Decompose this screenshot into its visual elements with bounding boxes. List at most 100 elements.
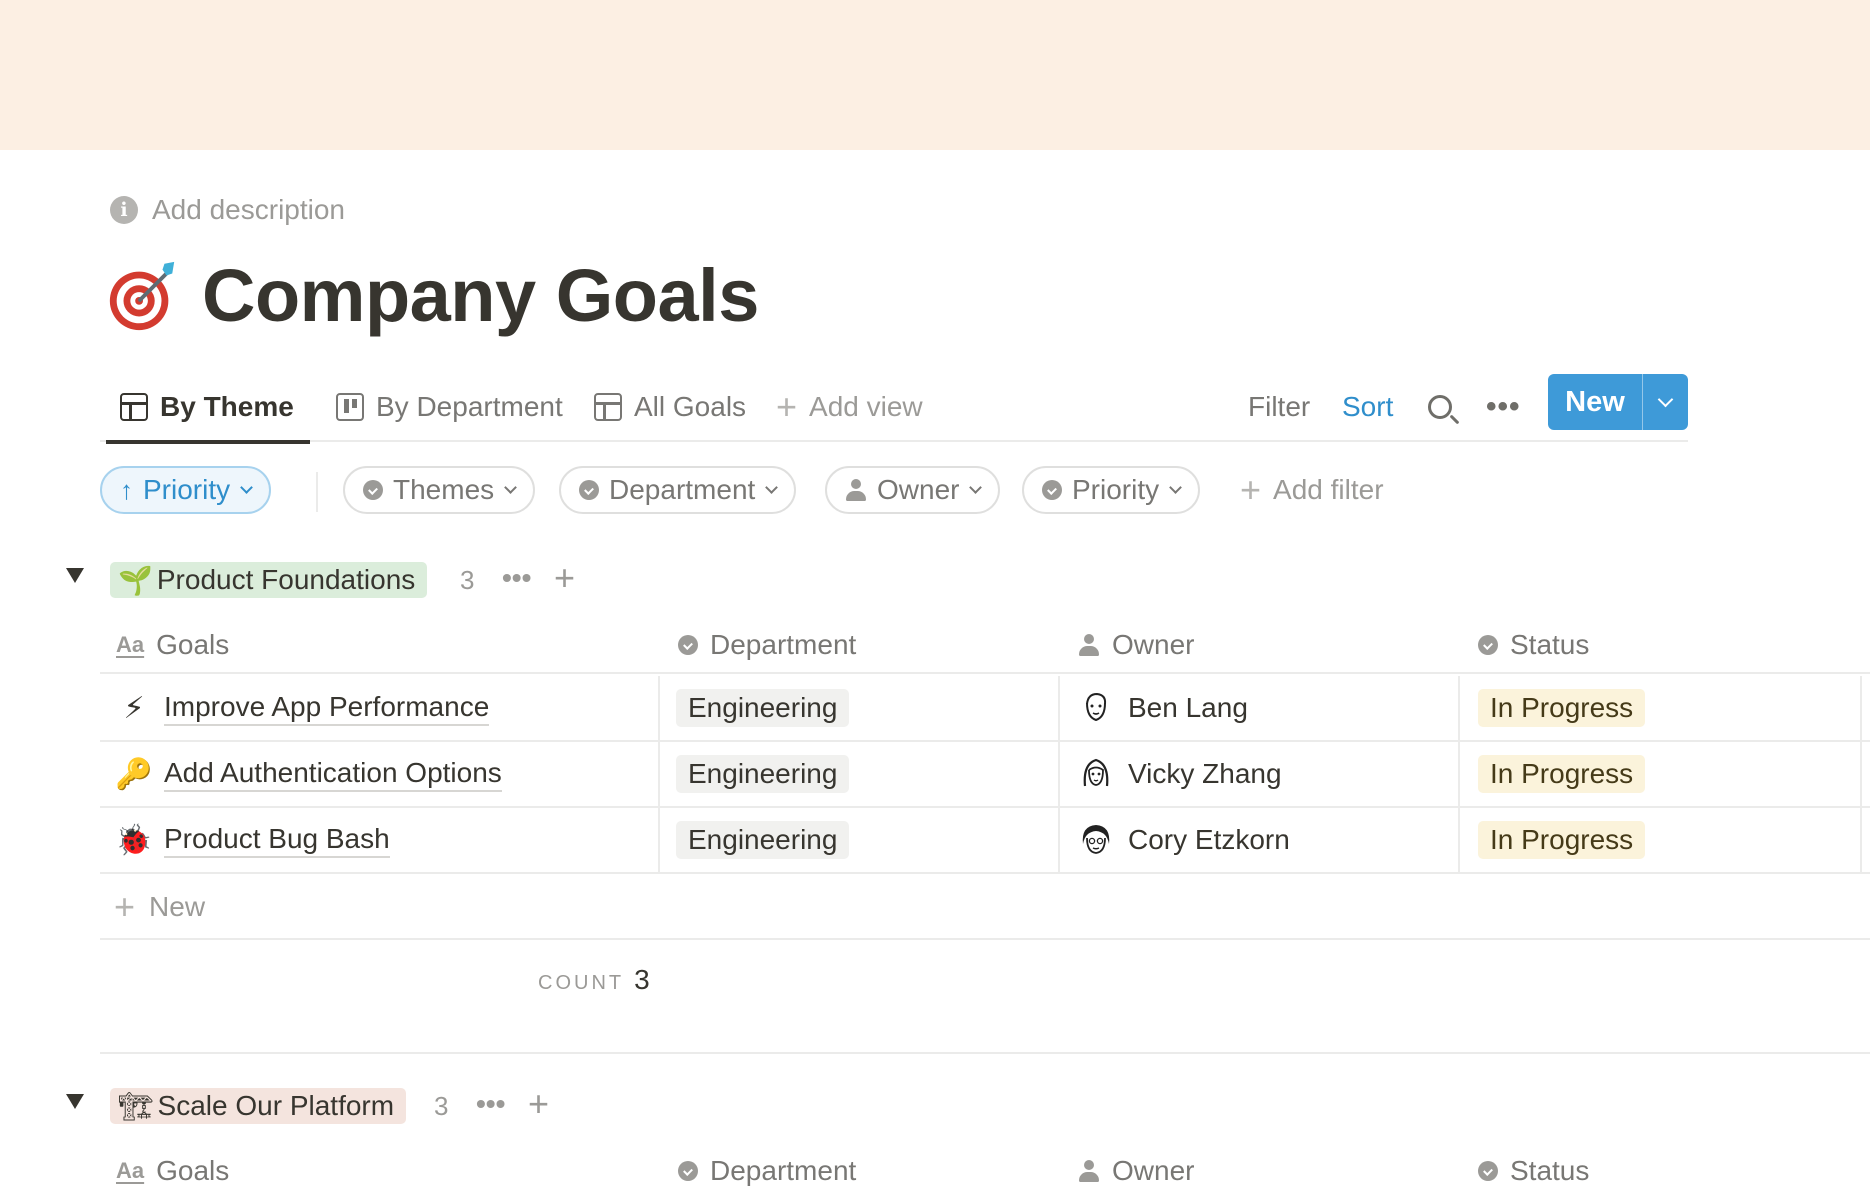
group-add-button[interactable]: + [554, 558, 575, 598]
column-header-goals[interactable]: Aa Goals [116, 1142, 229, 1200]
group-header: 🏗 Scale Our Platform 3 ••• + [60, 1082, 760, 1130]
filter-pill-priority[interactable]: Priority [1022, 466, 1201, 514]
group-more-button[interactable]: ••• [502, 558, 531, 598]
avatar [1079, 823, 1113, 857]
add-new-row-button[interactable]: + New [100, 876, 1870, 940]
group-name: Scale Our Platform [157, 1090, 395, 1121]
toggle-triangle-icon[interactable] [66, 568, 84, 583]
info-icon: i [110, 196, 138, 224]
column-header-owner[interactable]: Owner [1078, 616, 1194, 674]
status-cell[interactable]: In Progress [1478, 676, 1646, 740]
cell-divider [1860, 742, 1862, 808]
count-value: 3 [634, 964, 650, 995]
search-button[interactable] [1428, 372, 1452, 442]
goal-link[interactable]: Add Authentication Options [164, 757, 502, 792]
goal-cell[interactable]: ⚡ Improve App Performance [114, 676, 490, 740]
department-cell[interactable]: Engineering [676, 808, 850, 872]
select-icon [1042, 480, 1062, 500]
chevron-down-icon [969, 481, 983, 494]
tab-all-goals[interactable]: All Goals [594, 372, 746, 442]
group-tag[interactable]: 🏗 Scale Our Platform [110, 1088, 407, 1124]
sort-label: Sort [1342, 391, 1394, 422]
owner-name: Cory Etzkorn [1128, 824, 1290, 855]
owner-name: Vicky Zhang [1128, 758, 1282, 789]
filter-pill-themes[interactable]: Themes [343, 466, 536, 514]
key-icon: 🔑 [115, 757, 153, 791]
table-icon [120, 393, 148, 421]
table-row[interactable]: ⚡ Improve App Performance Engineering Be… [100, 676, 1870, 742]
filter-pill-label: Themes [393, 474, 495, 505]
lightning-icon: ⚡ [123, 691, 145, 725]
plus-icon: + [1240, 469, 1262, 510]
filter-label: Filter [1248, 391, 1311, 422]
department-cell[interactable]: Engineering [676, 676, 850, 740]
avatar [1078, 690, 1114, 726]
plus-icon: + [554, 557, 576, 598]
owner-cell[interactable]: Vicky Zhang [1078, 742, 1282, 806]
table-row[interactable]: 🐞 Product Bug Bash Engineering Cory Etzk… [100, 808, 1870, 874]
sort-rule-pill[interactable]: ↑ Priority [100, 466, 272, 514]
column-header-owner[interactable]: Owner [1078, 1142, 1194, 1200]
column-label: Goals [156, 629, 230, 660]
cell-divider [1058, 742, 1060, 808]
column-header-department[interactable]: Department [678, 616, 856, 674]
new-options-button[interactable] [1642, 374, 1688, 430]
group-tag[interactable]: 🌱 Product Foundations [110, 562, 428, 598]
group-add-button[interactable]: + [528, 1084, 549, 1124]
column-header-status[interactable]: Status [1478, 1142, 1589, 1200]
plus-icon: + [776, 386, 798, 427]
filter-button[interactable]: Filter [1248, 372, 1310, 442]
more-options-button[interactable]: ••• [1486, 372, 1521, 442]
status-cell[interactable]: In Progress [1478, 742, 1646, 806]
tab-by-theme[interactable]: By Theme [106, 372, 310, 444]
count-summary[interactable]: COUNT 3 [538, 964, 650, 996]
column-header-status[interactable]: Status [1478, 616, 1589, 674]
select-icon [678, 635, 698, 655]
cell-divider [1860, 808, 1862, 874]
add-description[interactable]: i Add description [110, 193, 345, 227]
table-row[interactable]: 🔑 Add Authentication Options Engineering… [100, 742, 1870, 808]
filter-pill-department[interactable]: Department [559, 466, 797, 514]
group-more-button[interactable]: ••• [476, 1084, 505, 1124]
chevron-down-icon [765, 481, 779, 494]
sort-button[interactable]: Sort [1342, 372, 1393, 442]
filter-pill-owner[interactable]: Owner [825, 466, 1001, 514]
tab-label: By Department [376, 391, 563, 422]
status-icon [1478, 1161, 1498, 1181]
table-header: Aa Goals Department Owner Status [100, 1142, 1870, 1200]
text-property-icon: Aa [116, 632, 145, 657]
new-button-label: New [1565, 385, 1625, 418]
target-dart-icon[interactable] [104, 256, 182, 334]
chevron-down-icon [504, 481, 518, 494]
goal-link[interactable]: Product Bug Bash [164, 823, 390, 858]
text-property-icon: Aa [116, 1158, 145, 1183]
status-cell[interactable]: In Progress [1478, 808, 1646, 872]
owner-cell[interactable]: Cory Etzkorn [1078, 808, 1290, 872]
new-button[interactable]: New [1548, 374, 1642, 430]
status-badge: In Progress [1478, 689, 1646, 727]
add-view-button[interactable]: + Add view [776, 372, 923, 442]
toggle-triangle-icon[interactable] [66, 1094, 84, 1109]
department-cell[interactable]: Engineering [676, 742, 850, 806]
plus-icon: + [114, 886, 136, 927]
goal-cell[interactable]: 🔑 Add Authentication Options [114, 742, 502, 806]
page-cover[interactable] [0, 0, 1870, 150]
owner-cell[interactable]: Ben Lang [1078, 676, 1248, 740]
tab-by-department[interactable]: By Department [336, 372, 563, 442]
column-label: Owner [1112, 629, 1195, 660]
select-icon [363, 480, 383, 500]
add-description-label: Add description [152, 194, 346, 225]
table-icon [594, 393, 622, 421]
status-badge: In Progress [1478, 755, 1646, 793]
page-title[interactable]: Company Goals [104, 250, 759, 340]
column-header-department[interactable]: Department [678, 1142, 856, 1200]
owner-name: Ben Lang [1128, 692, 1248, 723]
goal-link[interactable]: Improve App Performance [164, 691, 490, 726]
goal-cell[interactable]: 🐞 Product Bug Bash [114, 808, 390, 872]
filter-pill-label: Owner [877, 474, 960, 505]
group-count: 3 [434, 1090, 449, 1121]
add-view-label: Add view [809, 391, 923, 422]
column-header-goals[interactable]: Aa Goals [116, 616, 229, 674]
add-filter-button[interactable]: + Add filter [1240, 466, 1384, 514]
person-icon [1078, 1160, 1100, 1182]
